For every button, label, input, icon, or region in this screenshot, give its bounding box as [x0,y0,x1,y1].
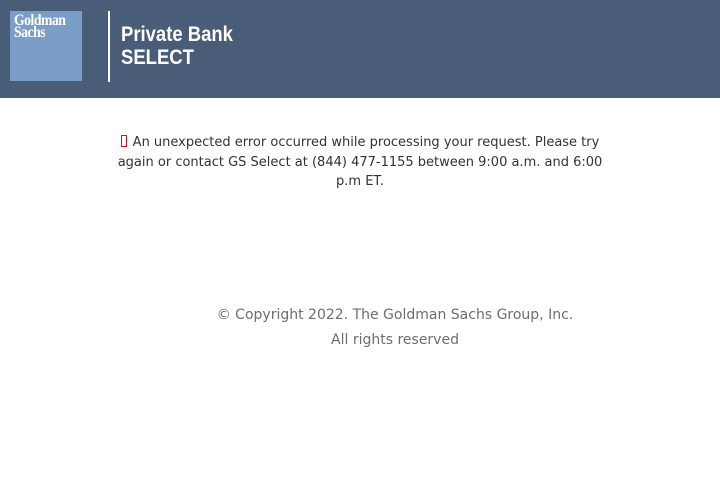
error-icon [120,135,127,147]
error-text: An unexpected error occurred while proce… [117,135,603,189]
goldman-sachs-logo[interactable]: Goldman Sachs [10,11,82,81]
rights-text: All rights reserved [331,332,459,348]
brand-line-2: SELECT [121,46,194,69]
header-bar: Goldman Sachs Private Bank SELECT [0,0,720,98]
copyright-text: © Copyright 2022. The Goldman Sachs Grou… [216,307,574,323]
error-message: An unexpected error occurred while proce… [116,133,604,192]
logo-line-2: Sachs [14,24,46,41]
header-divider [108,11,110,82]
brand-line-1: Private Bank [121,23,233,46]
brand-title: Private Bank SELECT [121,23,233,69]
footer: © Copyright 2022. The Goldman Sachs Grou… [160,303,630,353]
